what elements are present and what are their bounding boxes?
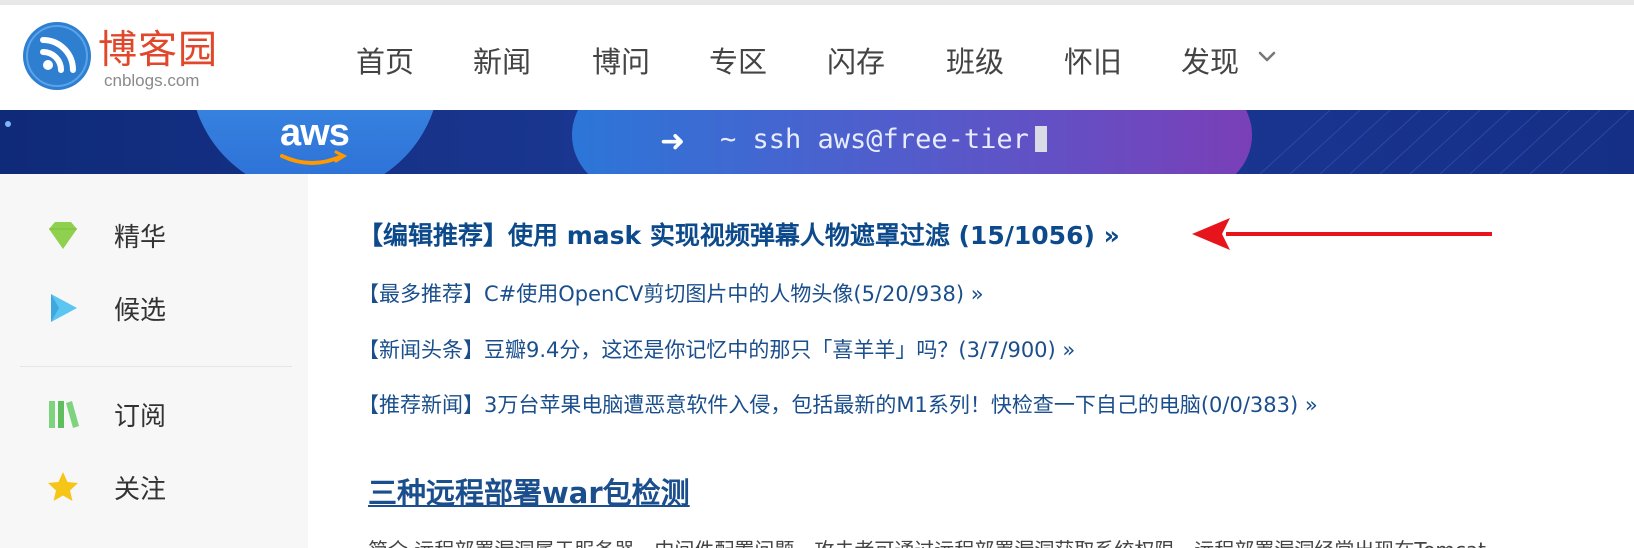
- sidebar-item-label: 关注: [114, 475, 167, 505]
- post-summary: 简介 远程部署漏洞属于服务器、中间件配置问题，攻击者可通过远程部署漏洞获取系统权…: [368, 534, 1634, 548]
- sidebar-item-candidate[interactable]: 候选: [0, 278, 308, 338]
- sidebar-item-featured[interactable]: 精华: [0, 205, 308, 265]
- sidebar-item-label: 订阅: [114, 402, 167, 432]
- books-icon: [49, 401, 79, 428]
- cursor-block: [1034, 126, 1047, 152]
- sidebar-divider: [20, 366, 292, 367]
- sidebar: 精华 候选 订阅 关注: [0, 174, 308, 548]
- arrow-right-icon: ➜: [660, 124, 686, 159]
- sidebar-item-label: 精华: [114, 223, 167, 253]
- aws-logo: aws: [280, 112, 350, 154]
- star-icon: [48, 472, 78, 501]
- site-header: 博客园 cnblogs.com 首页 新闻 博问 专区 闪存 班级 怀旧 发现: [0, 5, 1634, 110]
- site-logo[interactable]: 博客园 cnblogs.com: [22, 19, 252, 99]
- play-icon: [51, 294, 77, 322]
- nav-item-discover[interactable]: 发现: [1181, 39, 1239, 81]
- nav-item-zones[interactable]: 专区: [709, 39, 767, 81]
- most-recommended-link[interactable]: 【最多推荐】C#使用OpenCV剪切图片中的人物头像(5/20/938) »: [358, 278, 984, 308]
- logo-text: 博客园: [98, 28, 219, 73]
- sidebar-item-following[interactable]: 关注: [0, 457, 308, 517]
- nav-item-flash[interactable]: 闪存: [827, 39, 885, 81]
- nav-item-questions[interactable]: 博问: [592, 39, 650, 81]
- sidebar-item-subscriptions[interactable]: 订阅: [0, 384, 308, 444]
- recommended-news-link[interactable]: 【推荐新闻】3万台苹果电脑遭恶意软件入侵，包括最新的M1系列！快检查一下自己的电…: [358, 389, 1318, 419]
- nav-item-news[interactable]: 新闻: [473, 39, 531, 81]
- chevron-down-icon[interactable]: [1256, 45, 1278, 67]
- editor-recommendation-link[interactable]: 【编辑推荐】使用 mask 实现视频弹幕人物遮罩过滤 (15/1056) »: [358, 216, 1120, 252]
- rss-logo-icon: [23, 22, 91, 90]
- aws-banner-ad[interactable]: aws ➜ ~ ssh aws@free-tier: [0, 110, 1634, 174]
- gem-icon: [49, 222, 77, 249]
- sidebar-item-label: 候选: [114, 296, 167, 326]
- nav-item-class[interactable]: 班级: [946, 39, 1004, 81]
- banner-command: ~ ssh aws@free-tier: [720, 124, 1047, 155]
- banner-command-text: ~ ssh aws@free-tier: [720, 124, 1029, 155]
- logo-domain: cnblogs.com: [104, 71, 200, 90]
- headline-news-link[interactable]: 【新闻头条】豆瓣9.4分，这还是你记忆中的那只「喜羊羊」吗？(3/7/900) …: [358, 334, 1075, 364]
- post-title-link[interactable]: 三种远程部署war包检测: [368, 470, 690, 512]
- red-arrow-annotation: [1192, 218, 1492, 250]
- nav-item-nostalgia[interactable]: 怀旧: [1064, 39, 1122, 81]
- nav-item-home[interactable]: 首页: [356, 39, 414, 81]
